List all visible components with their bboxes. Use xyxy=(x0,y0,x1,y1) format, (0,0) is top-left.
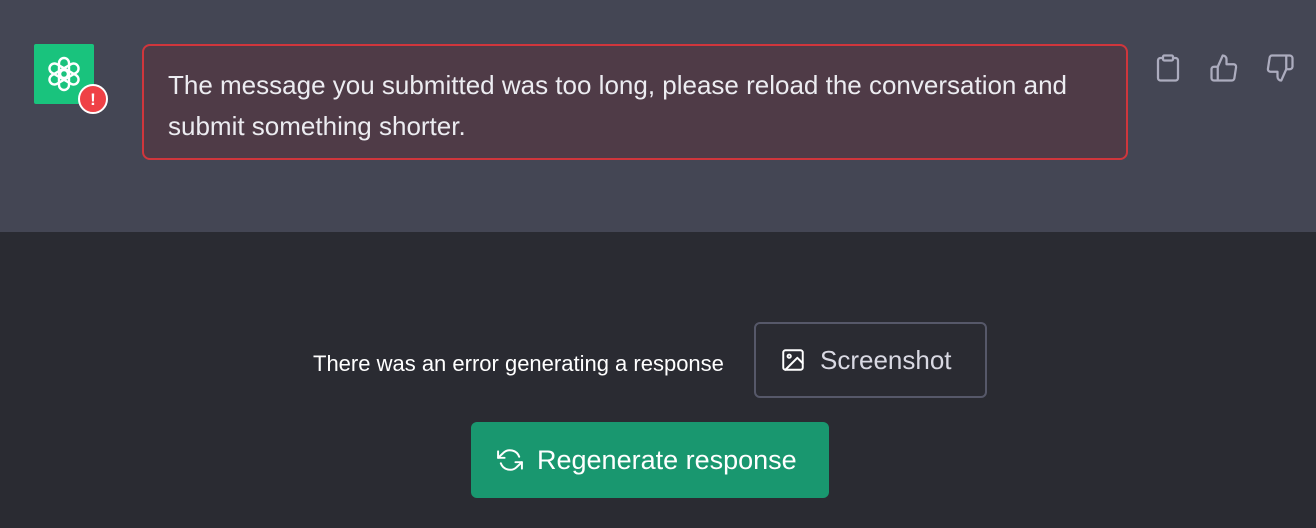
assistant-message-row: ! The message you submitted was too long… xyxy=(0,0,1316,232)
screenshot-label: Screenshot xyxy=(820,344,952,375)
screenshot-button[interactable]: Screenshot xyxy=(754,322,987,398)
regenerate-label: Regenerate response xyxy=(537,444,797,475)
copy-button[interactable] xyxy=(1152,52,1184,84)
thumbs-up-button[interactable] xyxy=(1208,52,1240,84)
thumbs-down-button[interactable] xyxy=(1264,52,1296,84)
thumbs-down-icon xyxy=(1266,54,1294,82)
error-message-text: The message you submitted was too long, … xyxy=(168,70,1067,141)
thumbs-up-icon xyxy=(1210,54,1238,82)
error-status-line: There was an error generating a response… xyxy=(0,322,1316,398)
error-status-text: There was an error generating a response xyxy=(313,351,724,376)
error-message-box: The message you submitted was too long, … xyxy=(142,44,1128,160)
refresh-icon xyxy=(497,449,523,471)
openai-logo-icon xyxy=(48,56,80,92)
error-badge: ! xyxy=(78,84,108,114)
regenerate-response-button[interactable]: Regenerate response xyxy=(471,422,829,498)
image-icon xyxy=(782,349,804,371)
clipboard-icon xyxy=(1156,54,1180,82)
